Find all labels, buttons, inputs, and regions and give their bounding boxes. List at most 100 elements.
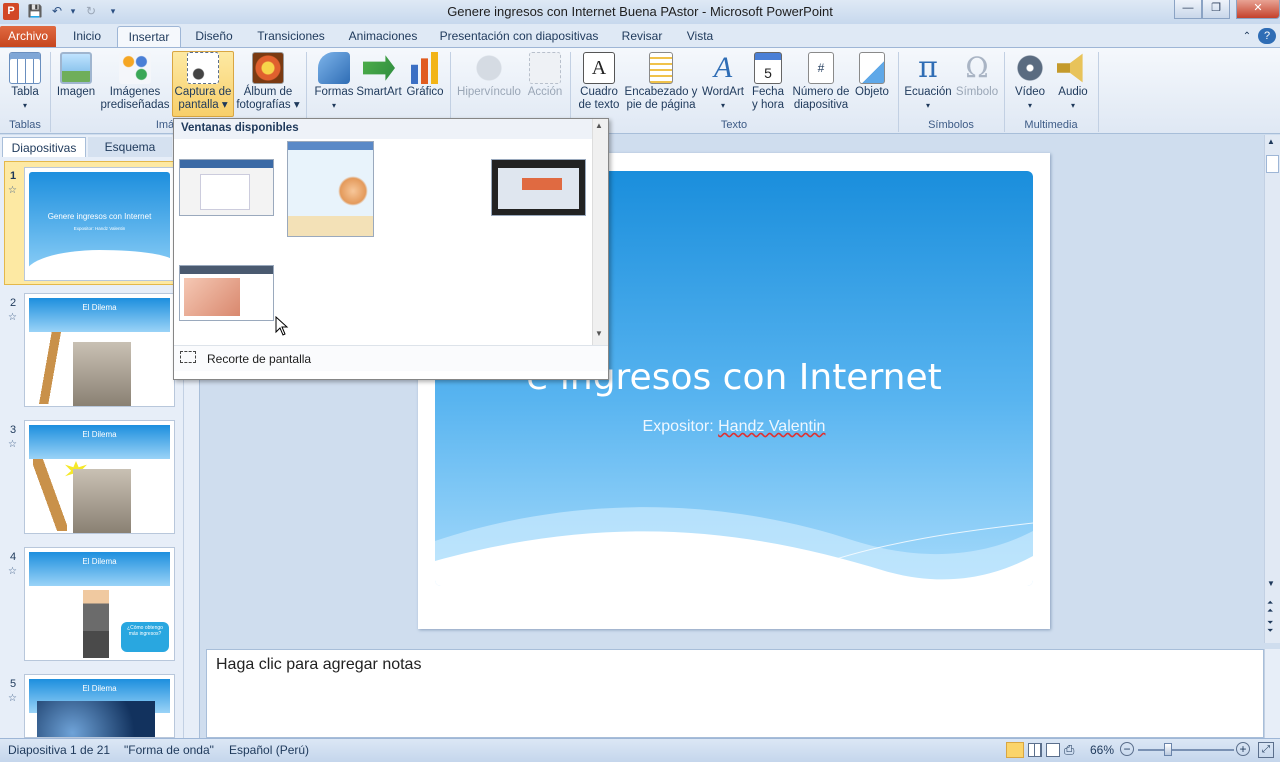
theme-status[interactable]: "Forma de onda" [124,743,214,757]
numero-diapositiva-button[interactable]: # Número de diapositiva [790,52,852,112]
reading-view-icon[interactable] [1046,743,1060,757]
slide-thumbnail-4[interactable]: El Dilema ¿Cómo obtengo más ingresos? [24,547,175,661]
captura-label-1: Captura de [174,86,232,98]
video-label: Vídeo [1014,86,1046,98]
scroll-thumb[interactable] [1266,155,1279,173]
transition-star-icon: ☆ [8,312,17,323]
help-icon[interactable]: ? [1258,28,1276,44]
slide-thumbnail-5[interactable]: El Dilema [24,674,175,738]
screen-clipping-label: Recorte de pantalla [207,352,312,366]
ecuacion-button[interactable]: π Ecuación ▾ [902,52,954,112]
hyperlink-globe-icon [473,52,505,84]
zoom-slider-thumb[interactable] [1164,743,1172,756]
tab-archivo[interactable]: Archivo [0,26,56,47]
tab-vista[interactable]: Vista [678,26,722,47]
encabezado-label-1: Encabezado y [624,86,698,98]
tab-diseno[interactable]: Diseño [188,26,240,47]
tab-animaciones[interactable]: Animaciones [342,26,424,47]
previous-slide-icon[interactable]: ⏶ ⏶ [1267,599,1273,615]
video-button[interactable]: Vídeo ▾ [1008,52,1052,112]
slide-thumbnail-2[interactable]: El Dilema [24,293,175,407]
zoom-in-icon[interactable]: + [1236,742,1250,756]
group-multimedia: Multimedia [1024,119,1078,131]
tab-revisar[interactable]: Revisar [614,26,670,47]
empty-pocket-image [73,342,131,406]
transition-star-icon: ☆ [8,439,17,450]
album-label-2: fotografías ▾ [236,99,300,111]
notes-scrollbar[interactable] [1264,649,1280,738]
speaker-icon [1057,53,1083,83]
smartart-button[interactable]: SmartArt [356,52,402,99]
group-tablas: Tablas [9,119,41,131]
question-bubble: ¿Cómo obtengo más ingresos? [121,622,169,652]
notes-pane[interactable]: Haga clic para agregar notas [206,649,1264,738]
slide-sorter-icon[interactable] [1028,743,1042,757]
wordart-button[interactable]: A WordArt ▾ [698,52,748,112]
screen-clipping-item[interactable]: Recorte de pantalla [174,345,608,371]
action-icon [529,52,561,84]
imagen-button[interactable]: Imagen [54,52,98,99]
zoom-slider[interactable] [1138,749,1234,751]
language-status[interactable]: Español (Perú) [229,743,309,757]
tabla-button[interactable]: Tabla ▾ [4,52,46,112]
cuadro-de-texto-button[interactable]: A Cuadro de texto [574,52,624,112]
formas-button[interactable]: Formas ▾ [312,52,356,112]
slide-thumbnail-1[interactable]: Genere ingresos con Internet Expositor: … [24,167,175,281]
objeto-button[interactable]: Objeto [852,52,892,99]
zoom-level[interactable]: 66% [1090,743,1114,757]
captura-de-pantalla-button[interactable]: Captura de pantalla ▾ [172,51,234,117]
maximize-button[interactable]: ❐ [1202,0,1230,19]
scroll-up-icon[interactable]: ▲ [1267,137,1275,146]
tabla-label: Tabla [11,86,39,98]
dropdown-scroll-down-icon[interactable]: ▼ [595,329,603,338]
available-window-thumbnail[interactable] [179,159,274,216]
subtitle-name: Handz Valentin [718,418,826,435]
imagenes-prediseñadas-button[interactable]: Imágenes prediseñadas [100,52,170,112]
encabezado-pie-button[interactable]: Encabezado y pie de página [624,52,698,112]
album-fotografias-button[interactable]: Álbum de fotografías ▾ [236,52,300,112]
transition-star-icon: ☆ [8,185,17,196]
thumb-title: El Dilema [29,298,170,332]
minimize-button[interactable]: — [1174,0,1202,19]
tab-transiciones[interactable]: Transiciones [250,26,332,47]
captura-label-2: pantalla ▾ [178,99,228,111]
available-window-thumbnail[interactable] [491,159,586,216]
available-window-thumbnail[interactable] [179,265,274,321]
slide-thumbnail-3[interactable]: El Dilema [24,420,175,534]
next-slide-icon[interactable]: ⏷ ⏷ [1267,619,1273,635]
chart-icon [409,52,441,84]
slide-number: 2 [10,297,17,309]
close-button[interactable]: ✕ [1236,0,1280,19]
transition-star-icon: ☆ [8,566,17,577]
hipervinculo-button[interactable]: Hipervínculo [454,52,524,99]
dropdown-scrollbar[interactable]: ▲ ▼ [592,119,608,345]
thumb-subtitle: Expositor: Handz Valentin [73,226,126,231]
screenshot-dropdown: Ventanas disponibles ▲ ▼ Recorte de pant… [173,118,609,380]
tab-diapositivas[interactable]: Diapositivas [2,137,86,157]
available-window-thumbnail[interactable] [287,141,374,237]
minimize-ribbon-icon[interactable]: ⌃ [1238,26,1256,47]
zoom-out-icon[interactable]: − [1120,742,1134,756]
normal-view-icon[interactable] [1006,742,1024,758]
hammer-image [33,459,67,531]
tab-inicio[interactable]: Inicio [64,26,110,47]
grafico-button[interactable]: Gráfico [404,52,446,99]
slide-subtitle[interactable]: Expositor: Handz Valentin [435,418,1033,436]
tab-presentacion[interactable]: Presentación con diapositivas [434,26,604,47]
tab-esquema[interactable]: Esquema [88,137,172,157]
audio-button[interactable]: Audio ▾ [1052,52,1094,112]
slideshow-icon[interactable]: ⎙ [1064,742,1074,758]
fecha-label-2: y hora [752,99,784,111]
accion-button[interactable]: Acción [524,52,566,99]
simbolo-button[interactable]: Ω Símbolo [954,52,1000,99]
scroll-down-icon[interactable]: ▼ [1267,579,1275,588]
tab-insertar[interactable]: Insertar [117,26,181,47]
dropdown-scroll-up-icon[interactable]: ▲ [595,121,603,130]
fecha-hora-button[interactable]: 5 Fecha y hora [748,52,788,112]
screen-clipping-icon [180,351,196,363]
globe-network-image [37,701,155,737]
thumb-title: El Dilema [29,552,170,586]
status-bar: Diapositiva 1 de 21 "Forma de onda" Espa… [0,738,1280,762]
slide-vertical-scrollbar[interactable]: ▲ ▼ ⏶ ⏶ ⏷ ⏷ [1264,135,1280,643]
fit-to-window-icon[interactable]: ⤢ [1258,742,1274,758]
